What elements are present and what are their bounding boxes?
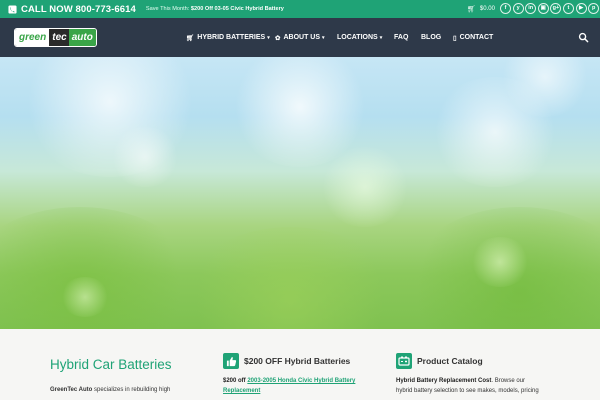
twitter-icon[interactable]: t xyxy=(562,3,574,14)
nav-hybrid-batteries[interactable]: 🛒︎ HYBRID BATTERIES ▾ xyxy=(186,18,270,57)
catalog-bold: Hybrid Battery Replacement Cost xyxy=(396,378,492,384)
catalog-heading: Product Catalog xyxy=(396,353,483,369)
offer-heading: $200 OFF Hybrid Batteries xyxy=(223,353,350,369)
offer-link[interactable]: 2003-2005 Honda Civic Hybrid Battery xyxy=(247,378,355,384)
hero-bokeh-light xyxy=(60,277,110,317)
instagram-icon[interactable]: ▣ xyxy=(537,3,549,14)
search-icon[interactable] xyxy=(578,32,589,43)
intro-text: specializes in rebuilding high xyxy=(92,387,171,393)
call-now[interactable]: CALL NOW 800-773-6614 xyxy=(8,4,136,15)
nav-label: HYBRID BATTERIES xyxy=(197,34,266,41)
nav-locations[interactable]: LOCATIONS ▾ xyxy=(337,18,382,57)
catalog-title: Product Catalog xyxy=(417,356,483,366)
cart-link[interactable]: 🛒︎ $0.00 xyxy=(467,0,495,18)
promo-offer: $200 Off 03-05 Civic Hybrid Battery xyxy=(190,6,284,12)
cart-icon: 🛒︎ xyxy=(467,6,476,13)
hybrid-batteries-intro: GreenTec Auto specializes in rebuilding … xyxy=(50,386,195,395)
logo-part-tec: tec xyxy=(52,32,67,43)
hero-bokeh-light xyxy=(110,127,180,187)
phone-icon xyxy=(8,4,17,14)
main-navbar: green tec auto 🛒︎ HYBRID BATTERIES ▾ ✿ A… xyxy=(0,18,600,57)
social-links: f y in ▣ g+ t ▶ p xyxy=(500,3,600,14)
chevron-down-icon: ▾ xyxy=(379,34,383,41)
chevron-down-icon: ▾ xyxy=(322,34,325,41)
nav-blog[interactable]: BLOG xyxy=(421,18,441,57)
thumbs-up-icon xyxy=(223,353,239,369)
nav-label: FAQ xyxy=(394,34,409,41)
facebook-icon[interactable]: f xyxy=(500,3,511,14)
hero-bokeh-light xyxy=(320,147,410,227)
youtube-icon[interactable]: ▶ xyxy=(575,3,587,14)
nav-contact[interactable]: ▯ CONTACT xyxy=(453,18,493,57)
hybrid-batteries-heading: Hybrid Car Batteries xyxy=(50,357,172,372)
nav-about-us[interactable]: ✿ ABOUT US ▾ xyxy=(275,18,325,57)
google-plus-icon[interactable]: g+ xyxy=(550,3,562,14)
chevron-down-icon: ▾ xyxy=(267,34,270,41)
offer-text: $200 off 2003-2005 Honda Civic Hybrid Ba… xyxy=(223,376,355,396)
cart-icon: 🛒︎ xyxy=(186,34,195,42)
cart-total: $0.00 xyxy=(479,6,495,12)
phone-icon: ▯ xyxy=(453,34,457,42)
yelp-icon[interactable]: y xyxy=(512,3,524,14)
nav-label: LOCATIONS xyxy=(337,34,378,41)
linkedin-icon[interactable]: in xyxy=(525,3,537,14)
logo-part-auto: auto xyxy=(68,29,96,46)
offer-prefix: $200 off xyxy=(223,378,248,384)
brand-name: GreenTec Auto xyxy=(50,387,93,393)
nav-faq[interactable]: FAQ xyxy=(394,18,408,57)
offer-title: $200 OFF Hybrid Batteries xyxy=(244,356,351,366)
top-bar: CALL NOW 800-773-6614 Save This Month: $… xyxy=(0,0,600,18)
promo-prefix: Save This Month: xyxy=(145,6,190,12)
catalog-text-1: . Browse our xyxy=(491,378,526,384)
phone-label: CALL NOW 800-773-6614 xyxy=(21,3,136,15)
nav-label: CONTACT xyxy=(459,34,494,41)
leaf-icon: ✿ xyxy=(275,34,281,42)
catalog-text-2: hybrid battery selection to see makes, m… xyxy=(396,388,539,394)
promo-text[interactable]: Save This Month: $200 Off 03-05 Civic Hy… xyxy=(146,6,284,12)
catalog-text: Hybrid Battery Replacement Cost. Browse … xyxy=(396,376,539,396)
features-section: Hybrid Car Batteries GreenTec Auto speci… xyxy=(0,329,600,400)
offer-link-cont[interactable]: Replacement xyxy=(223,388,260,394)
hero-bokeh-light xyxy=(470,237,530,287)
hero-banner xyxy=(0,57,600,329)
battery-catalog-icon xyxy=(396,353,412,369)
nav-label: ABOUT US xyxy=(283,34,321,41)
hero-bokeh-green xyxy=(180,227,400,329)
nav-label: BLOG xyxy=(421,34,442,41)
logo-part-green: green xyxy=(15,29,50,46)
pinterest-icon[interactable]: p xyxy=(588,3,600,14)
site-logo[interactable]: green tec auto xyxy=(14,28,97,47)
